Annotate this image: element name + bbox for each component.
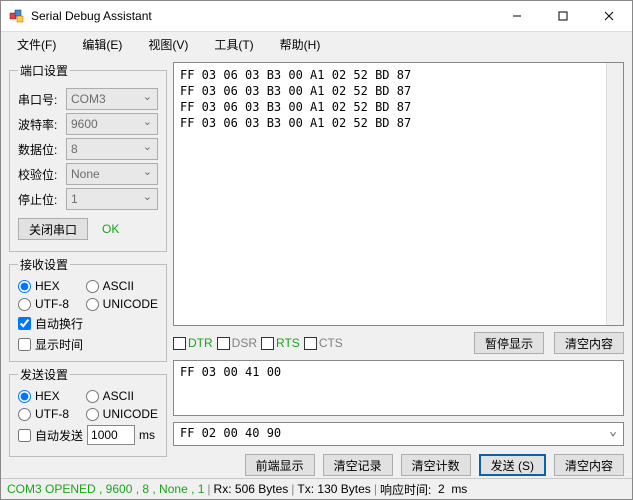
send-button[interactable]: 发送 (S) bbox=[479, 454, 546, 476]
port-ok-indicator: OK bbox=[102, 222, 119, 236]
menubar: 文件(F) 编辑(E) 视图(V) 工具(T) 帮助(H) bbox=[1, 32, 632, 56]
tx-ms-label: ms bbox=[139, 428, 155, 442]
rx-wrap-check[interactable]: 自动换行 bbox=[18, 315, 158, 332]
status-resp-value: 2 bbox=[438, 482, 445, 496]
send-history-combo[interactable]: FF 02 00 40 90 bbox=[173, 422, 624, 446]
window-title: Serial Debug Assistant bbox=[31, 9, 494, 23]
rx-time-check[interactable]: 显示时间 bbox=[18, 336, 158, 353]
statusbar: COM3 OPENED , 9600 , 8 , None , 1 | Rx: … bbox=[1, 478, 632, 499]
rts-check[interactable]: RTS bbox=[261, 336, 300, 350]
right-column: FF 03 06 03 B3 00 A1 02 52 BD 87 FF 03 0… bbox=[173, 62, 624, 476]
receive-settings-legend: 接收设置 bbox=[18, 256, 70, 273]
stopbits-select[interactable]: 1 bbox=[66, 188, 158, 210]
client-area: 端口设置 串口号: COM3 波特率: 9600 数据位: 8 校验位: Non… bbox=[1, 56, 632, 478]
app-window: Serial Debug Assistant 文件(F) 编辑(E) 视图(V)… bbox=[0, 0, 633, 500]
send-settings-legend: 发送设置 bbox=[18, 366, 70, 383]
baud-label: 波特率: bbox=[18, 116, 66, 133]
status-ms: ms bbox=[451, 482, 467, 496]
tx-ascii-radio[interactable]: ASCII bbox=[86, 389, 158, 403]
signal-row: DTR DSR RTS CTS 暂停显示 清空内容 bbox=[173, 332, 624, 354]
rx-ascii-radio[interactable]: ASCII bbox=[86, 279, 158, 293]
menu-edit[interactable]: 编辑(E) bbox=[70, 33, 134, 56]
maximize-button[interactable] bbox=[540, 1, 586, 31]
parity-label: 校验位: bbox=[18, 166, 66, 183]
tx-unicode-radio[interactable]: UNICODE bbox=[86, 407, 158, 421]
rx-utf8-radio[interactable]: UTF-8 bbox=[18, 297, 86, 311]
databits-select[interactable]: 8 bbox=[66, 138, 158, 160]
port-settings-group: 端口设置 串口号: COM3 波特率: 9600 数据位: 8 校验位: Non… bbox=[9, 62, 167, 252]
clear-tx-button[interactable]: 清空内容 bbox=[554, 454, 624, 476]
titlebar: Serial Debug Assistant bbox=[1, 1, 632, 32]
rx-unicode-radio[interactable]: UNICODE bbox=[86, 297, 158, 311]
menu-help[interactable]: 帮助(H) bbox=[268, 33, 333, 56]
left-column: 端口设置 串口号: COM3 波特率: 9600 数据位: 8 校验位: Non… bbox=[9, 62, 167, 476]
status-resp-label: 响应时间: bbox=[380, 481, 431, 498]
cts-check[interactable]: CTS bbox=[304, 336, 343, 350]
menu-view[interactable]: 视图(V) bbox=[136, 33, 200, 56]
status-port-open: COM3 OPENED , 9600 , 8 , None , 1 bbox=[7, 482, 204, 496]
tx-auto-check[interactable]: 自动发送 bbox=[18, 427, 83, 444]
window-controls bbox=[494, 1, 632, 31]
status-rx-value: 506 bbox=[235, 482, 255, 496]
parity-select[interactable]: None bbox=[66, 163, 158, 185]
databits-label: 数据位: bbox=[18, 141, 66, 158]
tx-hex-radio[interactable]: HEX bbox=[18, 389, 86, 403]
send-settings-group: 发送设置 HEX ASCII UTF-8 UNICODE 自动发送 ms bbox=[9, 366, 167, 457]
clear-rx-button[interactable]: 清空内容 bbox=[554, 332, 624, 354]
status-tx-label: Tx: bbox=[297, 482, 314, 496]
baud-select[interactable]: 9600 bbox=[66, 113, 158, 135]
clear-log-button[interactable]: 清空记录 bbox=[323, 454, 393, 476]
port-settings-legend: 端口设置 bbox=[18, 62, 70, 79]
port-name-select[interactable]: COM3 bbox=[66, 88, 158, 110]
status-bytes1: Bytes bbox=[258, 482, 288, 496]
app-icon bbox=[9, 8, 25, 24]
dsr-check[interactable]: DSR bbox=[217, 336, 257, 350]
tx-utf8-radio[interactable]: UTF-8 bbox=[18, 407, 86, 421]
close-button[interactable] bbox=[586, 1, 632, 31]
port-name-label: 串口号: bbox=[18, 91, 66, 108]
rx-hex-radio[interactable]: HEX bbox=[18, 279, 86, 293]
send-button-row: 前端显示 清空记录 清空计数 发送 (S) 清空内容 bbox=[173, 454, 624, 476]
menu-file[interactable]: 文件(F) bbox=[5, 33, 68, 56]
front-display-button[interactable]: 前端显示 bbox=[245, 454, 315, 476]
status-bytes2: Bytes bbox=[341, 482, 371, 496]
tx-interval-input[interactable] bbox=[87, 425, 135, 445]
menu-tools[interactable]: 工具(T) bbox=[202, 33, 265, 56]
pause-display-button[interactable]: 暂停显示 bbox=[474, 332, 544, 354]
dtr-check[interactable]: DTR bbox=[173, 336, 213, 350]
clear-count-button[interactable]: 清空计数 bbox=[401, 454, 471, 476]
minimize-button[interactable] bbox=[494, 1, 540, 31]
receive-text-area[interactable]: FF 03 06 03 B3 00 A1 02 52 BD 87 FF 03 0… bbox=[173, 62, 624, 326]
rx-scrollbar[interactable] bbox=[606, 63, 623, 325]
receive-settings-group: 接收设置 HEX ASCII UTF-8 UNICODE 自动换行 显示时间 bbox=[9, 256, 167, 362]
stopbits-label: 停止位: bbox=[18, 191, 66, 208]
close-port-button[interactable]: 关闭串口 bbox=[18, 218, 88, 240]
send-text-area[interactable]: FF 03 00 41 00 bbox=[173, 360, 624, 416]
status-rx-label: Rx: bbox=[214, 482, 232, 496]
status-tx-value: 130 bbox=[317, 482, 337, 496]
